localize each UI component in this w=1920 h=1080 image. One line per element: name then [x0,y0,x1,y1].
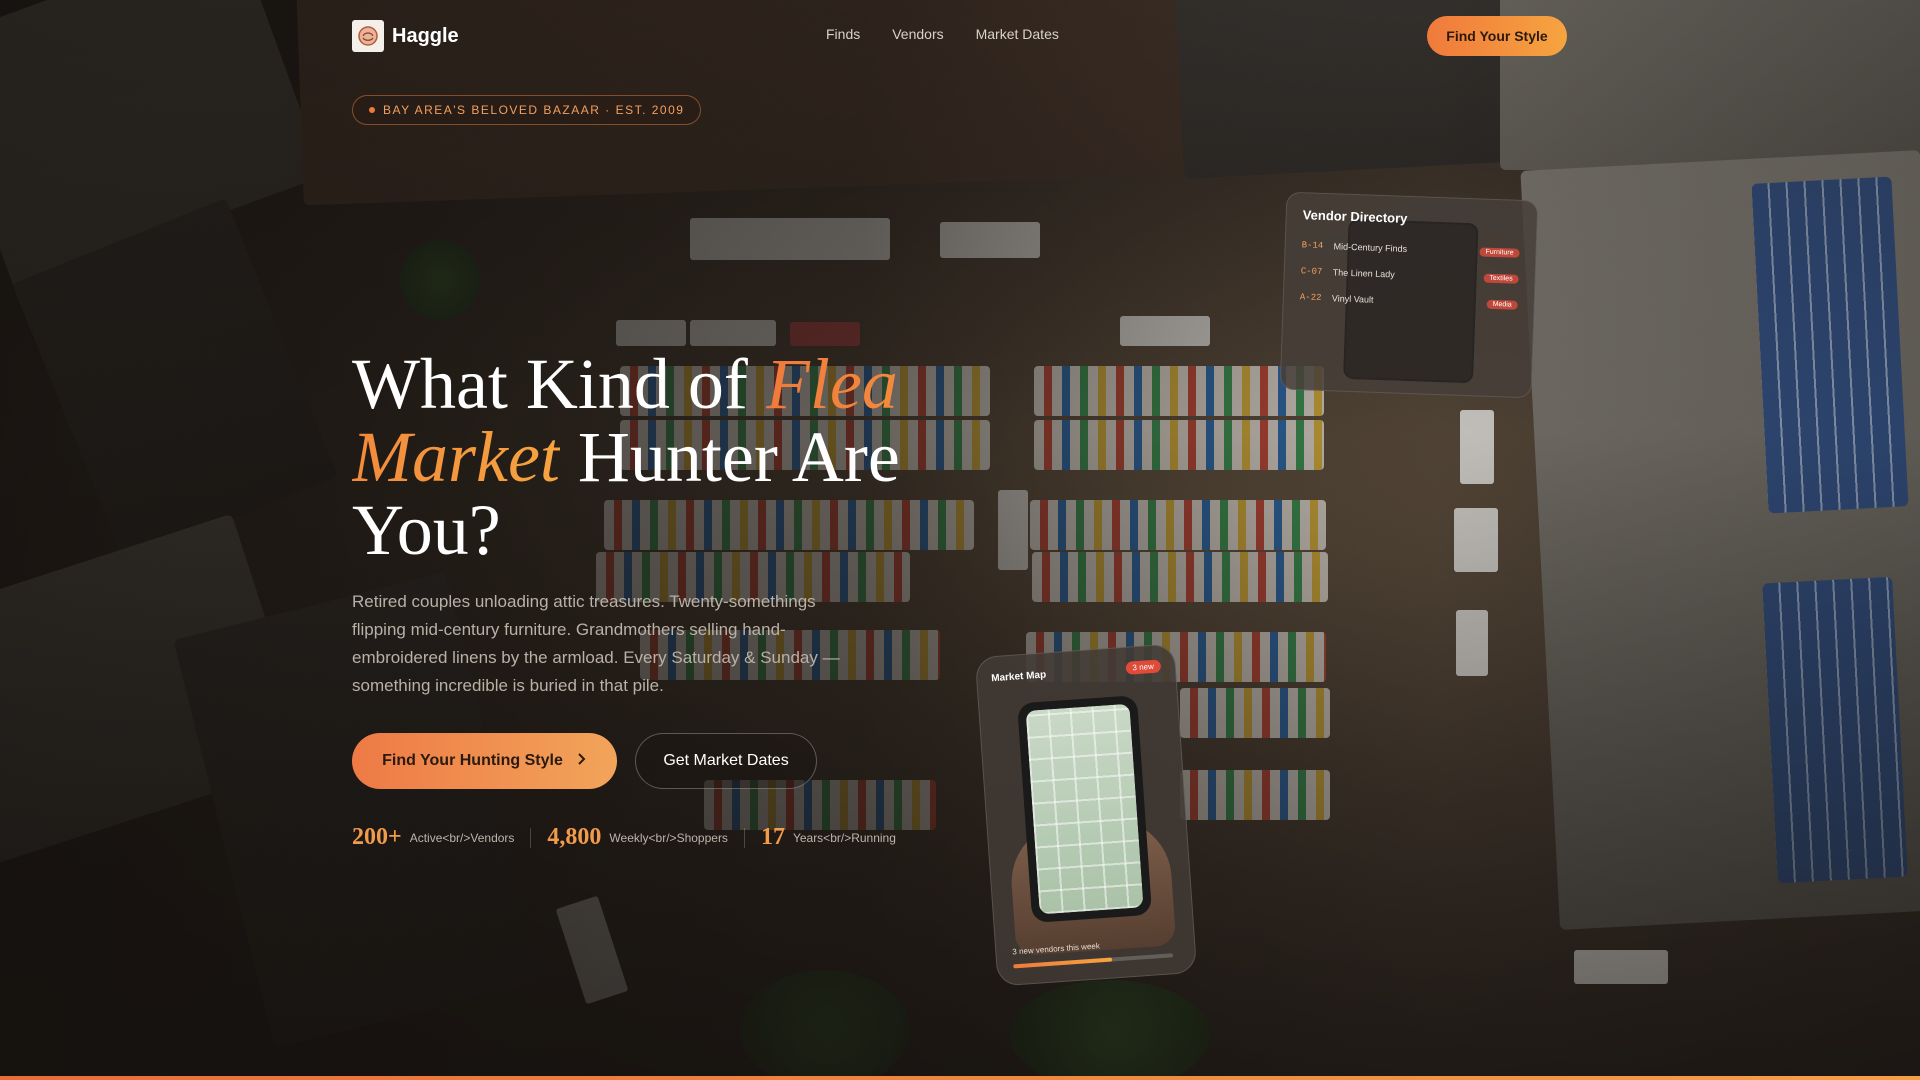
vendor-name: The Linen Lady [1332,267,1395,280]
find-your-hunting-style-button[interactable]: Find Your Hunting Style [352,733,617,789]
stat-value: 200+ [352,824,402,850]
vendor-tag: Furniture [1479,246,1520,258]
badge-text: BAY AREA'S BELOVED BAZAAR · EST. 2009 [383,103,685,117]
new-vendors-pill: 3 new [1125,659,1162,675]
brand-logo-link[interactable]: Haggle [352,20,459,52]
hero-stats: 200+ Active<br/>Vendors 4,800 Weekly<br/… [352,824,896,851]
hero-badge: BAY AREA'S BELOVED BAZAAR · EST. 2009 [352,95,702,125]
vendor-directory-card: Vendor Directory B-14 Mid-Century Finds … [1279,191,1539,399]
stat-label: Weekly<br/>Shoppers [609,830,728,845]
haggle-logo-icon [352,20,384,52]
phone-map-screen [1025,703,1144,915]
stat-value: 4,800 [547,824,602,850]
nav-link-market-dates[interactable]: Market Dates [976,26,1059,42]
stat-label: Years<br/>Running [792,830,896,845]
stat-divider [743,827,745,848]
stat-label: Active<br/>Vendors [409,830,515,845]
hero-headline: What Kind of Flea Market Hunter Are You? [352,348,912,567]
vendor-directory-title: Vendor Directory [1302,207,1408,226]
nav-link-finds[interactable]: Finds [826,26,860,42]
vendor-tag: Media [1486,299,1518,310]
stat-shoppers: 4,800 Weekly<br/>Shoppers [547,824,728,851]
bottom-accent-bar [0,1076,1920,1080]
market-map-progress-fill [1013,957,1113,969]
vendor-name: Mid-Century Finds [1333,241,1408,254]
headline-part-1: What Kind of [352,344,766,424]
hero-description: Retired couples unloading attic treasure… [352,592,840,695]
nav-links: Finds Vendors Market Dates [826,26,1059,42]
market-map-title: Market Map [990,669,1047,685]
stat-years: 17 Years<br/>Running [761,824,896,851]
hero-background-aerial-photo [0,0,1920,1080]
nav-link-vendors[interactable]: Vendors [892,26,943,42]
phone-image [1017,695,1153,924]
top-navigation: Haggle Finds Vendors Market Dates Find Y… [0,0,1920,72]
vendor-code: B-14 [1301,240,1324,251]
stat-vendors: 200+ Active<br/>Vendors [352,824,514,851]
stat-value: 17 [760,824,785,850]
brand-name: Haggle [392,24,459,47]
stat-divider [530,827,532,848]
market-map-progress [1013,953,1174,969]
vendor-tag: Textiles [1483,273,1519,284]
primary-cta-label: Find Your Hunting Style [382,752,563,769]
get-market-dates-button[interactable]: Get Market Dates [635,733,817,789]
chevron-right-icon [577,752,587,771]
badge-dot-icon [369,107,375,113]
vendor-code: A-22 [1299,292,1322,303]
vendor-name: Vinyl Vault [1331,293,1374,305]
market-map-card: Market Map 3 new 3 new vendors this week [974,643,1198,987]
find-your-style-button[interactable]: Find Your Style [1427,16,1567,56]
vendor-code: C-07 [1300,266,1323,277]
